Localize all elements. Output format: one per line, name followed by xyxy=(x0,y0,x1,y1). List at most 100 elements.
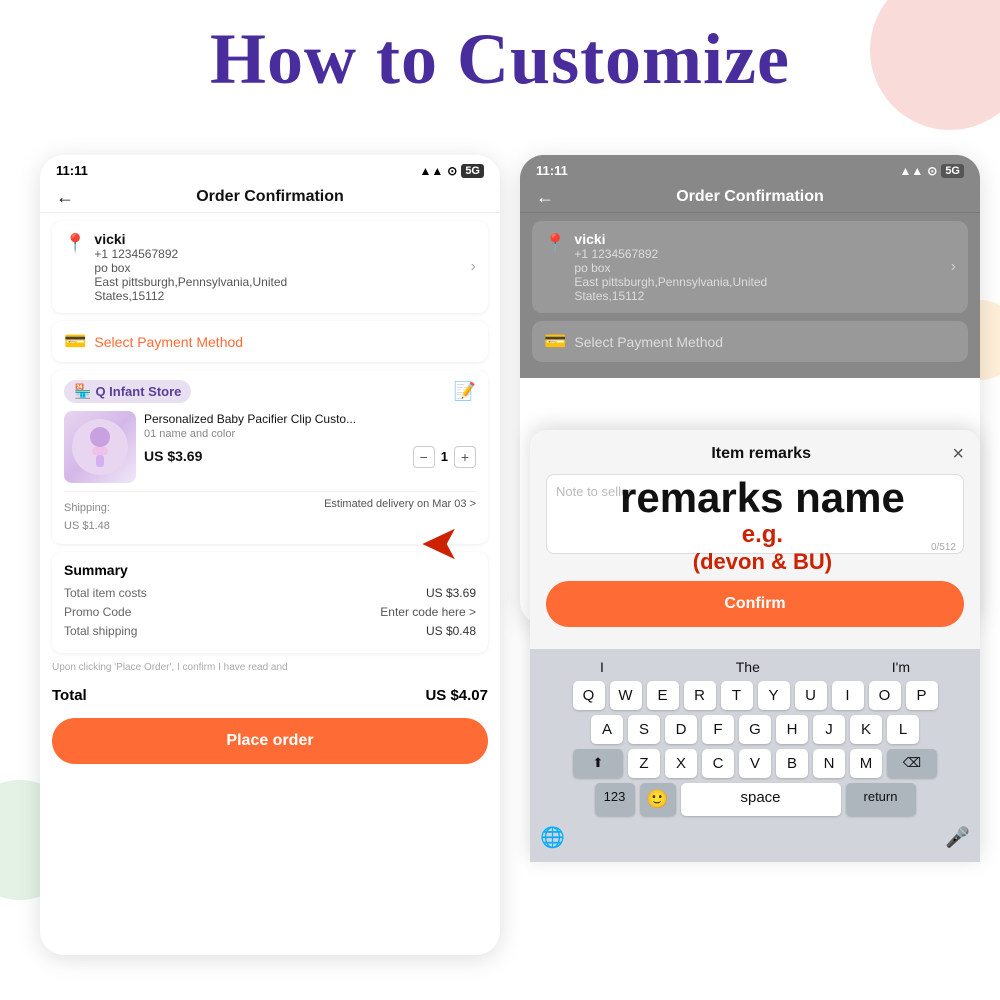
payment-text-right: Select Payment Method xyxy=(574,334,723,350)
key-c[interactable]: C xyxy=(702,749,734,778)
suggestion-2[interactable]: The xyxy=(736,659,760,675)
remarks-header: Item remarks × xyxy=(530,430,980,474)
address-phone-left: +1 1234567892 xyxy=(94,247,462,261)
key-m[interactable]: M xyxy=(850,749,882,778)
confirm-button[interactable]: Confirm xyxy=(546,581,964,627)
address-card-right[interactable]: 📍 vicki +1 1234567892 po box East pittsb… xyxy=(532,221,968,313)
key-v[interactable]: V xyxy=(739,749,771,778)
key-a[interactable]: A xyxy=(591,715,623,744)
key-k[interactable]: K xyxy=(850,715,882,744)
qty-plus-left[interactable]: + xyxy=(454,446,476,468)
address-line2-right: East pittsburgh,Pennsylvania,United xyxy=(574,275,942,289)
address-details-left: vicki +1 1234567892 po box East pittsbur… xyxy=(94,231,462,303)
key-g[interactable]: G xyxy=(739,715,771,744)
key-b[interactable]: B xyxy=(776,749,808,778)
key-e[interactable]: E xyxy=(647,681,679,710)
product-row-left: Personalized Baby Pacifier Clip Custo...… xyxy=(64,411,476,483)
key-j[interactable]: J xyxy=(813,715,845,744)
note-counter: 0/512 xyxy=(931,542,956,553)
app-bar-right: ← Order Confirmation xyxy=(520,182,980,213)
back-arrow-left[interactable]: ← xyxy=(56,187,74,208)
time-right: 11:11 xyxy=(536,163,568,178)
key-shift[interactable]: ⬆ xyxy=(573,749,623,778)
summary-shipping: Total shipping US $0.48 xyxy=(64,624,476,638)
remarks-name-text: remarks name xyxy=(620,475,905,521)
address-card-left[interactable]: 📍 vicki +1 1234567892 po box East pittsb… xyxy=(52,221,488,313)
address-line2-left: East pittsburgh,Pennsylvania,United xyxy=(94,275,462,289)
status-icons-right: ▲▲ ⊙ 5G xyxy=(899,164,964,178)
total-label-left: Total xyxy=(52,687,87,704)
key-emoji[interactable]: 🙂 xyxy=(640,783,676,816)
key-z[interactable]: Z xyxy=(628,749,660,778)
qty-minus-left[interactable]: − xyxy=(413,446,435,468)
item-costs-label: Total item costs xyxy=(64,586,147,600)
status-bar-right: 11:11 ▲▲ ⊙ 5G xyxy=(520,155,980,182)
keyboard-row-2: A S D F G H J K L xyxy=(534,715,976,744)
key-return[interactable]: return xyxy=(846,783,916,816)
suggestion-1[interactable]: I xyxy=(600,659,604,675)
arrow-pointer: ➤ xyxy=(420,515,460,571)
key-backspace[interactable]: ⌫ xyxy=(887,749,937,778)
summary-promo[interactable]: Promo Code Enter code here > xyxy=(64,605,476,619)
store-name-badge-left[interactable]: 🏪 Q Infant Store xyxy=(64,380,191,403)
keyboard-row-4: 123 🙂 space return xyxy=(534,783,976,816)
key-d[interactable]: D xyxy=(665,715,697,744)
shipping-summary-label: Total shipping xyxy=(64,624,137,638)
address-name-right: vicki xyxy=(574,231,942,247)
key-l[interactable]: L xyxy=(887,715,919,744)
store-header-left: 🏪 Q Infant Store 📝 xyxy=(64,380,476,403)
key-s[interactable]: S xyxy=(628,715,660,744)
shipping-cost-left: US $1.48 xyxy=(64,520,110,532)
key-p[interactable]: P xyxy=(906,681,938,710)
product-title-left: Personalized Baby Pacifier Clip Custo... xyxy=(144,411,476,428)
address-details-right: vicki +1 1234567892 po box East pittsbur… xyxy=(574,231,942,303)
place-order-button[interactable]: Place order xyxy=(52,718,488,764)
close-button[interactable]: × xyxy=(952,444,964,464)
payment-icon-left: 💳 xyxy=(64,331,86,352)
key-x[interactable]: X xyxy=(665,749,697,778)
shipping-left-info: Shipping: US $1.48 xyxy=(64,498,110,534)
key-num[interactable]: 123 xyxy=(595,783,635,816)
key-space[interactable]: space xyxy=(681,783,841,816)
remarks-title: Item remarks xyxy=(570,445,952,463)
keyboard-suggestions: I The I'm xyxy=(534,655,976,681)
product-variant-left: 01 name and color xyxy=(144,428,476,440)
globe-icon[interactable]: 🌐 xyxy=(540,825,565,850)
payment-text-left: Select Payment Method xyxy=(94,334,243,350)
key-h[interactable]: H xyxy=(776,715,808,744)
keyboard: I The I'm Q W E R T Y U I O P A S D F G … xyxy=(530,649,980,862)
chevron-right-address-right: › xyxy=(951,258,956,276)
key-i[interactable]: I xyxy=(832,681,864,710)
keyboard-row-1: Q W E R T Y U I O P xyxy=(534,681,976,710)
note-icon-left[interactable]: 📝 xyxy=(454,381,476,401)
status-bar-left: 11:11 ▲▲ ⊙ 5G xyxy=(40,155,500,182)
payment-row-right[interactable]: 💳 Select Payment Method xyxy=(532,321,968,362)
keyboard-row-3: ⬆ Z X C V B N M ⌫ xyxy=(534,749,976,778)
key-u[interactable]: U xyxy=(795,681,827,710)
payment-row-left[interactable]: 💳 Select Payment Method xyxy=(52,321,488,362)
key-t[interactable]: T xyxy=(721,681,753,710)
key-n[interactable]: N xyxy=(813,749,845,778)
product-image-left xyxy=(64,411,136,483)
store-icon-left: 🏪 xyxy=(74,383,91,400)
address-line1-right: po box xyxy=(574,261,942,275)
remarks-eg-text: e.g. xyxy=(620,521,905,549)
key-w[interactable]: W xyxy=(610,681,642,710)
time-left: 11:11 xyxy=(56,163,88,178)
promo-label: Promo Code xyxy=(64,605,131,619)
total-value-left: US $4.07 xyxy=(425,687,488,704)
key-f[interactable]: F xyxy=(702,715,734,744)
pin-icon-left: 📍 xyxy=(64,233,86,254)
key-y[interactable]: Y xyxy=(758,681,790,710)
mic-icon[interactable]: 🎤 xyxy=(945,825,970,850)
keyboard-bottom: 🌐 🎤 xyxy=(534,821,976,858)
back-arrow-right[interactable]: ← xyxy=(536,187,554,208)
payment-icon-right: 💳 xyxy=(544,331,566,352)
product-price-left: US $3.69 xyxy=(144,448,202,464)
key-q[interactable]: Q xyxy=(573,681,605,710)
item-costs-value: US $3.69 xyxy=(426,586,476,600)
suggestion-3[interactable]: I'm xyxy=(892,659,910,675)
key-r[interactable]: R xyxy=(684,681,716,710)
key-o[interactable]: O xyxy=(869,681,901,710)
summary-item-costs: Total item costs US $3.69 xyxy=(64,586,476,600)
